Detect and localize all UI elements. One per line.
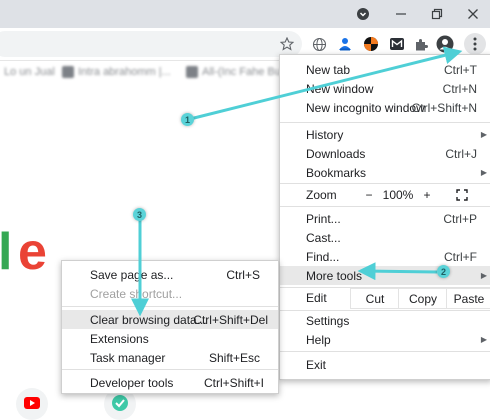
more-tools-submenu: Save page as... Ctrl+S Create shortcut..…: [61, 260, 279, 394]
zoom-out-button[interactable]: −: [358, 185, 380, 204]
menu-item-settings[interactable]: Settings: [280, 311, 490, 330]
bookmark-item[interactable]: Lo un Jual: [4, 65, 55, 79]
menu-item-clear-browsing-data[interactable]: Clear browsing data... Ctrl+Shift+Del: [62, 310, 278, 329]
menu-item-new-incognito-window[interactable]: New incognito window Ctrl+Shift+N: [280, 98, 490, 117]
callout-step-1: 1: [181, 113, 194, 126]
kebab-menu-icon[interactable]: [464, 33, 486, 55]
menu-item-cast[interactable]: Cast...: [280, 228, 490, 247]
menu-item-developer-tools[interactable]: Developer tools Ctrl+Shift+I: [62, 373, 278, 392]
submenu-arrow-icon: ▶: [480, 168, 487, 177]
menu-item-exit[interactable]: Exit: [280, 355, 490, 374]
bookmark-favicon-icon: [62, 66, 74, 78]
globe-icon[interactable]: [308, 33, 330, 55]
menu-item-extensions[interactable]: Extensions: [62, 329, 278, 348]
copy-button[interactable]: Copy: [398, 288, 448, 309]
minimize-icon[interactable]: [384, 0, 418, 28]
fullscreen-icon[interactable]: [450, 185, 474, 204]
menu-item-task-manager[interactable]: Task manager Shift+Esc: [62, 348, 278, 367]
bookmark-favicon-icon: [186, 66, 198, 78]
extension-icon[interactable]: [334, 33, 356, 55]
extension-icon[interactable]: [360, 33, 382, 55]
restore-icon[interactable]: [420, 0, 454, 28]
menu-item-new-window[interactable]: New window Ctrl+N: [280, 79, 490, 98]
address-bar[interactable]: [0, 31, 302, 57]
mail-icon[interactable]: [386, 33, 408, 55]
menu-item-history[interactable]: History ▶: [280, 125, 490, 144]
menu-item-find[interactable]: Find... Ctrl+F: [280, 247, 490, 266]
menu-row-edit: Edit Cut Copy Paste: [280, 288, 490, 309]
menu-divider: [280, 206, 490, 207]
submenu-arrow-icon: ▶: [480, 335, 487, 344]
menu-item-print[interactable]: Print... Ctrl+P: [280, 209, 490, 228]
title-bar: [0, 0, 490, 28]
logo-letter-e: e: [18, 223, 47, 281]
profile-dropdown-icon[interactable]: [346, 0, 380, 28]
puzzle-icon[interactable]: [410, 33, 432, 55]
zoom-in-button[interactable]: +: [416, 185, 438, 204]
logo-letter-l: l: [0, 223, 13, 281]
bookmark-item[interactable]: Intra abrahomm |...: [62, 65, 171, 79]
menu-item-bookmarks[interactable]: Bookmarks ▶: [280, 163, 490, 182]
chrome-main-menu: New tab Ctrl+T New window Ctrl+N New inc…: [279, 54, 490, 380]
menu-item-help[interactable]: Help ▶: [280, 330, 490, 349]
menu-row-zoom: Zoom − 100% +: [280, 185, 490, 204]
menu-item-new-tab[interactable]: New tab Ctrl+T: [280, 60, 490, 79]
submenu-arrow-icon: ▶: [480, 271, 487, 280]
menu-divider: [280, 183, 490, 184]
menu-divider: [62, 369, 278, 370]
submenu-arrow-icon: ▶: [480, 130, 487, 139]
menu-item-save-page-as[interactable]: Save page as... Ctrl+S: [62, 265, 278, 284]
cut-button[interactable]: Cut: [350, 288, 400, 309]
check-circle-icon: [112, 395, 128, 411]
menu-item-downloads[interactable]: Downloads Ctrl+J: [280, 144, 490, 163]
zoom-level: 100%: [382, 187, 414, 202]
avatar-icon[interactable]: [434, 33, 456, 55]
star-icon[interactable]: [276, 33, 298, 55]
close-icon[interactable]: [456, 0, 490, 28]
callout-step-3: 3: [133, 208, 146, 221]
youtube-icon: [24, 397, 40, 409]
menu-divider: [280, 122, 490, 123]
callout-step-2: 2: [437, 265, 450, 278]
menu-divider: [280, 351, 490, 352]
shortcut-tile-youtube[interactable]: [16, 388, 48, 420]
menu-divider: [62, 306, 278, 307]
menu-item-create-shortcut[interactable]: Create shortcut...: [62, 284, 278, 303]
paste-button[interactable]: Paste: [446, 288, 490, 309]
menu-item-more-tools[interactable]: More tools ▶: [280, 266, 490, 285]
